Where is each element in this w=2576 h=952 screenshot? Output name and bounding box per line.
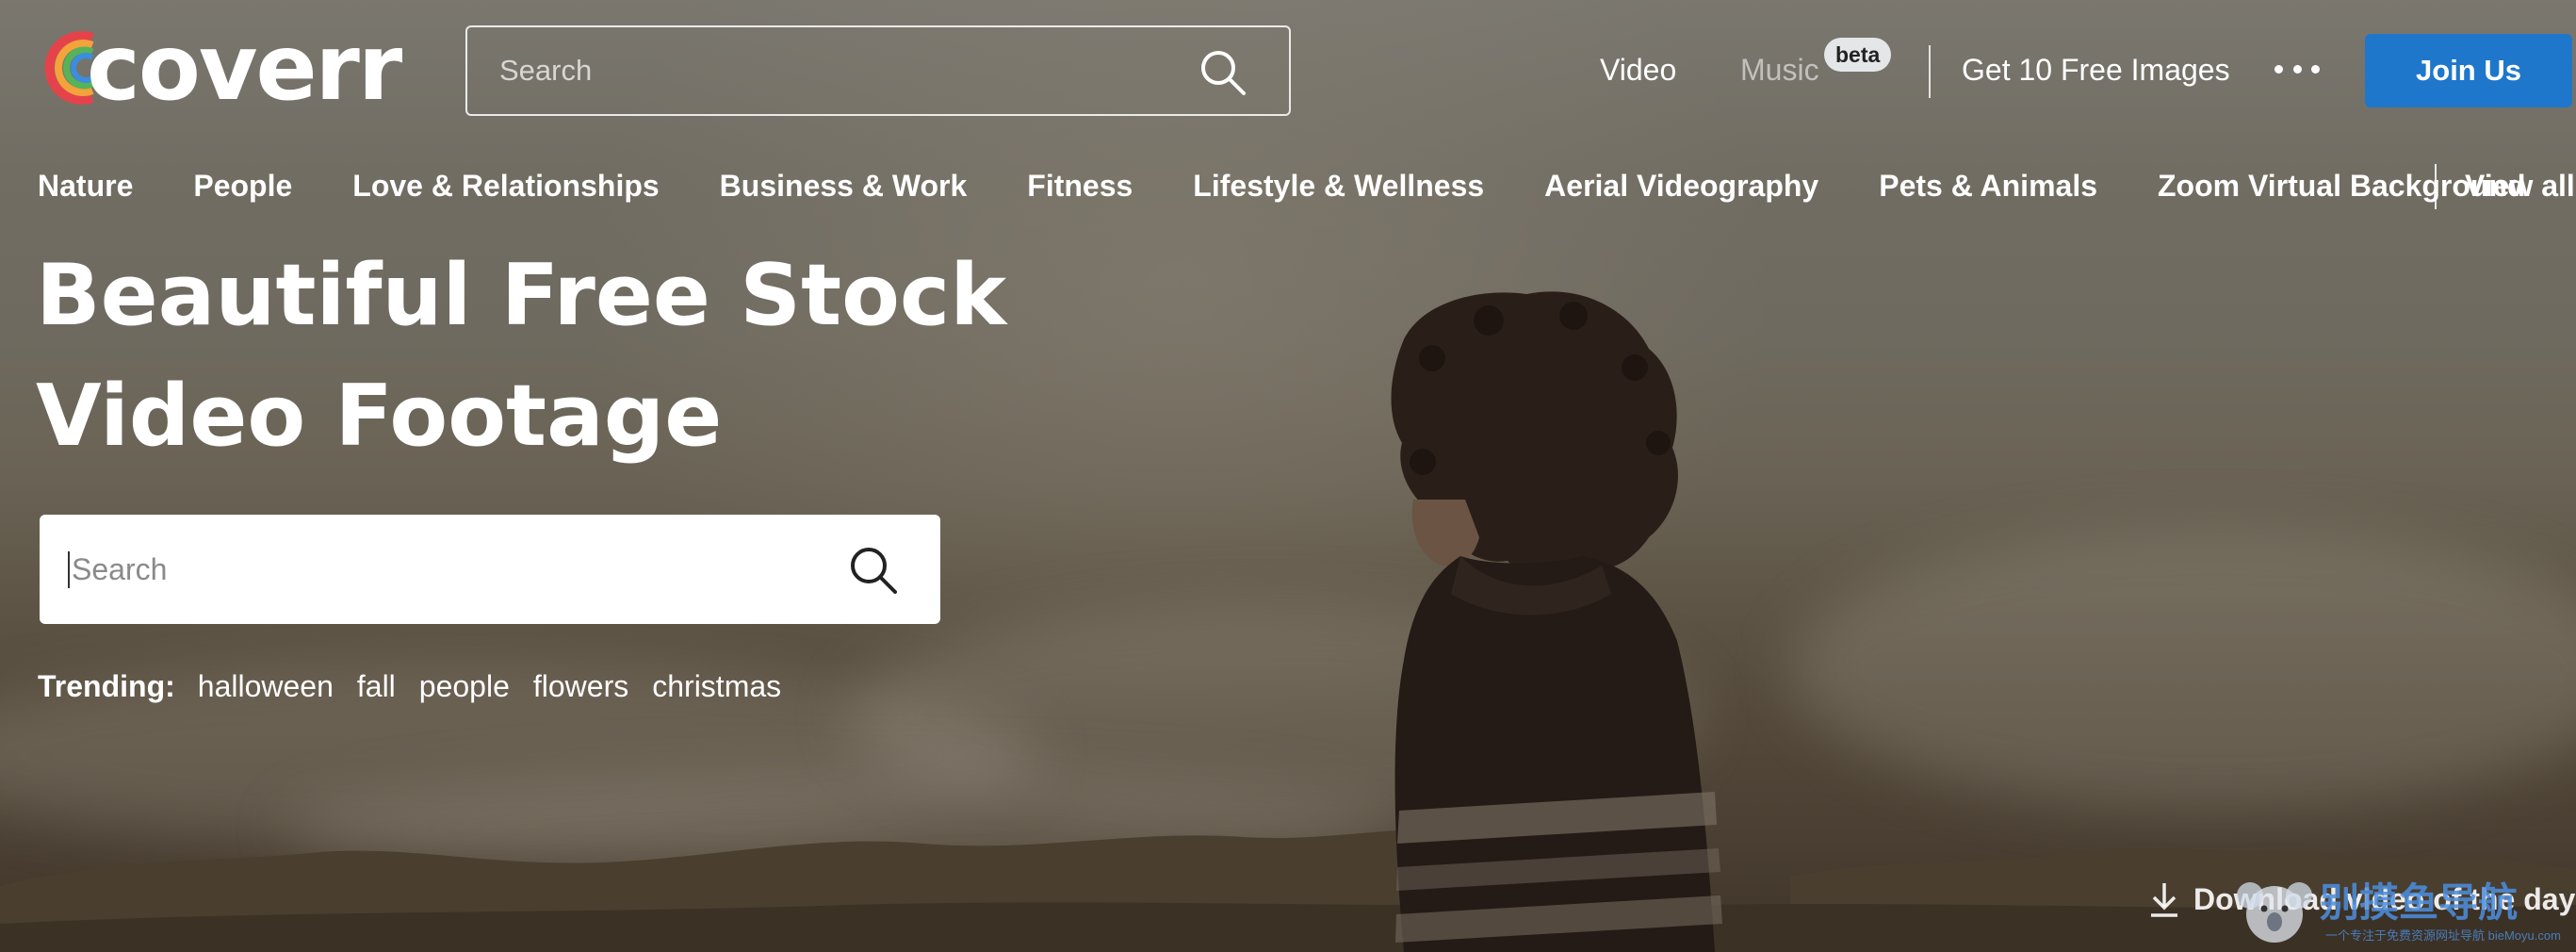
download-icon bbox=[2151, 883, 2177, 917]
site-header: coverr Video Music beta Get 10 Free Imag… bbox=[0, 0, 2576, 141]
trending-tag-halloween[interactable]: halloween bbox=[198, 669, 334, 704]
category-nav: Nature People Love & Relationships Busin… bbox=[38, 162, 2576, 209]
headline-line-1: Beautiful Free Stock bbox=[36, 246, 1007, 345]
hero-search-input[interactable] bbox=[68, 550, 808, 588]
header-search-box[interactable] bbox=[465, 25, 1291, 116]
nav-divider bbox=[1929, 45, 1931, 98]
hills-silhouette bbox=[0, 828, 2576, 952]
category-aerial-videography[interactable]: Aerial Videography bbox=[1544, 162, 1818, 209]
hero-background: coverr Video Music beta Get 10 Free Imag… bbox=[0, 0, 2576, 952]
category-fitness[interactable]: Fitness bbox=[1027, 162, 1133, 209]
hero-search-box[interactable] bbox=[40, 515, 940, 624]
trending-label: Trending: bbox=[38, 669, 175, 703]
koala-watermark-icon bbox=[2237, 882, 2312, 943]
page-title: Beautiful Free Stock Video Footage bbox=[36, 236, 1072, 477]
category-nature[interactable]: Nature bbox=[38, 162, 133, 209]
view-all-categories-link[interactable]: View all bbox=[2465, 162, 2575, 209]
logo-text: coverr bbox=[87, 15, 402, 121]
trending-tag-christmas[interactable]: christmas bbox=[652, 669, 781, 704]
header-search-input[interactable] bbox=[497, 53, 1161, 89]
watermark-title: 别摸鱼导航 bbox=[2320, 880, 2519, 925]
person-silhouette bbox=[1391, 291, 1722, 952]
search-icon[interactable] bbox=[1198, 48, 1247, 97]
trending-tag-people[interactable]: people bbox=[419, 669, 510, 704]
trending-tags: Trending: halloween fall people flowers … bbox=[38, 669, 805, 704]
category-divider bbox=[2435, 164, 2437, 209]
category-business-work[interactable]: Business & Work bbox=[720, 162, 968, 209]
category-love-relationships[interactable]: Love & Relationships bbox=[352, 162, 659, 209]
search-icon[interactable] bbox=[848, 545, 899, 596]
nav-music-link[interactable]: Music bbox=[1740, 49, 1819, 90]
nav-free-images-link[interactable]: Get 10 Free Images bbox=[1962, 49, 2230, 90]
trending-tag-flowers[interactable]: flowers bbox=[533, 669, 628, 704]
category-people[interactable]: People bbox=[193, 162, 292, 209]
more-menu-icon[interactable] bbox=[2274, 55, 2320, 83]
category-pets-animals[interactable]: Pets & Animals bbox=[1879, 162, 2097, 209]
watermark-subtitle: 一个专注于免费资源网址导航 bieMoyu.com bbox=[2325, 928, 2561, 943]
category-lifestyle-wellness[interactable]: Lifestyle & Wellness bbox=[1193, 162, 1484, 209]
headline-line-2: Video Footage bbox=[36, 367, 723, 466]
beta-badge: beta bbox=[1824, 38, 1892, 72]
trending-tag-fall[interactable]: fall bbox=[357, 669, 396, 704]
nav-video-link[interactable]: Video bbox=[1600, 49, 1676, 90]
coverr-logo[interactable]: coverr bbox=[36, 15, 402, 121]
site-watermark: 别摸鱼导航 一个专注于免费资源网址导航 bieMoyu.com bbox=[2235, 871, 2576, 952]
join-us-button[interactable]: Join Us bbox=[2365, 34, 2572, 107]
